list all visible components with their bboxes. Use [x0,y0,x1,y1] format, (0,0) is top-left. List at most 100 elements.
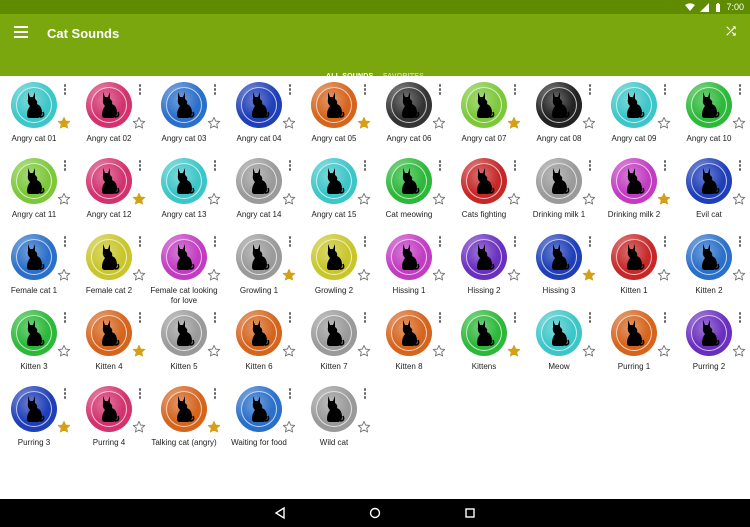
more-options-icon[interactable] [363,312,367,324]
favorite-star-icon[interactable] [732,344,746,358]
favorite-star-icon[interactable] [57,268,71,282]
favorite-star-icon[interactable] [132,420,146,434]
sound-item[interactable]: Growling 2 [300,228,375,304]
sound-item[interactable]: Purring 1 [600,304,675,380]
sound-play-button[interactable] [86,158,132,204]
more-options-icon[interactable] [438,160,442,172]
favorite-star-icon[interactable] [732,268,746,282]
favorite-star-icon[interactable] [507,116,521,130]
favorite-star-icon[interactable] [432,192,446,206]
more-options-icon[interactable] [738,84,742,96]
sound-item[interactable]: Angry cat 05 [300,76,375,152]
sound-play-button[interactable] [536,234,582,280]
more-options-icon[interactable] [63,236,67,248]
favorite-star-icon[interactable] [432,116,446,130]
more-options-icon[interactable] [213,84,217,96]
favorite-star-icon[interactable] [207,420,221,434]
sound-play-button[interactable] [236,82,282,128]
more-options-icon[interactable] [288,388,292,400]
more-options-icon[interactable] [363,388,367,400]
sound-item[interactable]: Angry cat 04 [225,76,300,152]
sound-item[interactable]: Purring 4 [75,380,150,456]
more-options-icon[interactable] [663,84,667,96]
sound-item[interactable]: Female cat 1 [0,228,75,304]
more-options-icon[interactable] [213,236,217,248]
sound-item[interactable]: Kitten 6 [225,304,300,380]
more-options-icon[interactable] [363,160,367,172]
sound-play-button[interactable] [236,158,282,204]
sound-item[interactable]: Angry cat 01 [0,76,75,152]
favorite-star-icon[interactable] [132,344,146,358]
sound-item[interactable]: Purring 2 [675,304,750,380]
more-options-icon[interactable] [63,84,67,96]
sound-play-button[interactable] [311,158,357,204]
sound-item[interactable]: Kitten 7 [300,304,375,380]
more-options-icon[interactable] [138,312,142,324]
favorite-star-icon[interactable] [132,268,146,282]
favorite-star-icon[interactable] [357,116,371,130]
favorite-star-icon[interactable] [357,344,371,358]
sound-item[interactable]: Waiting for food [225,380,300,456]
sound-play-button[interactable] [386,234,432,280]
favorite-star-icon[interactable] [357,192,371,206]
more-options-icon[interactable] [438,84,442,96]
favorite-star-icon[interactable] [582,344,596,358]
more-options-icon[interactable] [513,84,517,96]
more-options-icon[interactable] [588,84,592,96]
favorite-star-icon[interactable] [207,192,221,206]
sound-item[interactable]: Kitten 3 [0,304,75,380]
sound-play-button[interactable] [86,82,132,128]
sound-item[interactable]: Angry cat 15 [300,152,375,228]
more-options-icon[interactable] [288,312,292,324]
more-options-icon[interactable] [288,84,292,96]
favorite-star-icon[interactable] [282,116,296,130]
sound-play-button[interactable] [311,234,357,280]
more-options-icon[interactable] [663,160,667,172]
favorite-star-icon[interactable] [57,116,71,130]
sound-item[interactable]: Angry cat 02 [75,76,150,152]
sound-play-button[interactable] [461,82,507,128]
more-options-icon[interactable] [363,84,367,96]
sound-item[interactable]: Drinking milk 2 [600,152,675,228]
favorite-star-icon[interactable] [132,116,146,130]
sound-item[interactable]: Wild cat [300,380,375,456]
more-options-icon[interactable] [363,236,367,248]
sound-play-button[interactable] [236,310,282,356]
sound-play-button[interactable] [536,310,582,356]
more-options-icon[interactable] [663,312,667,324]
favorite-star-icon[interactable] [657,192,671,206]
sound-item[interactable]: Cat meowing [375,152,450,228]
favorite-star-icon[interactable] [207,268,221,282]
back-icon[interactable] [273,506,287,520]
sound-item[interactable]: Kittens [450,304,525,380]
sound-item[interactable]: Kitten 1 [600,228,675,304]
sound-play-button[interactable] [161,82,207,128]
sound-play-button[interactable] [686,82,732,128]
more-options-icon[interactable] [138,236,142,248]
sound-play-button[interactable] [686,310,732,356]
favorite-star-icon[interactable] [282,420,296,434]
favorite-star-icon[interactable] [657,268,671,282]
more-options-icon[interactable] [588,312,592,324]
sound-item[interactable]: Angry cat 10 [675,76,750,152]
sound-item[interactable]: Angry cat 11 [0,152,75,228]
sound-item[interactable]: Kitten 2 [675,228,750,304]
sound-item[interactable]: Hissing 1 [375,228,450,304]
more-options-icon[interactable] [288,160,292,172]
favorite-star-icon[interactable] [657,116,671,130]
recents-icon[interactable] [463,506,477,520]
favorite-star-icon[interactable] [207,344,221,358]
sound-item[interactable]: Drinking milk 1 [525,152,600,228]
more-options-icon[interactable] [513,236,517,248]
more-options-icon[interactable] [438,312,442,324]
sound-play-button[interactable] [386,82,432,128]
sound-item[interactable]: Cats fighting [450,152,525,228]
sound-item[interactable]: Kitten 8 [375,304,450,380]
more-options-icon[interactable] [738,312,742,324]
sound-play-button[interactable] [536,158,582,204]
sound-item[interactable]: Female cat 2 [75,228,150,304]
more-options-icon[interactable] [213,312,217,324]
favorite-star-icon[interactable] [57,420,71,434]
favorite-star-icon[interactable] [582,192,596,206]
sound-play-button[interactable] [161,158,207,204]
